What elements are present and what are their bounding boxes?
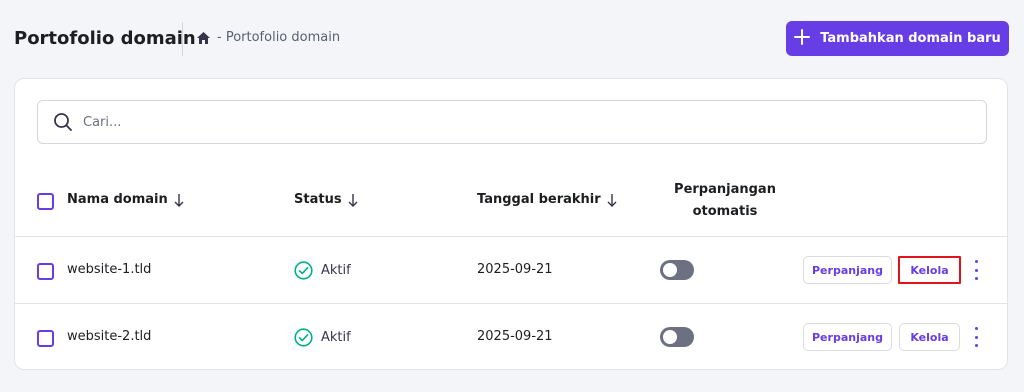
expiry-date: 2025-09-21	[477, 329, 553, 344]
column-header-status[interactable]: Status	[294, 192, 358, 207]
row-divider	[15, 236, 1007, 237]
search-input[interactable]	[81, 113, 945, 131]
auto-renew-toggle[interactable]	[660, 260, 694, 280]
toggle-knob	[663, 330, 677, 344]
plus-icon	[794, 28, 811, 49]
sort-arrow-icon	[348, 193, 358, 207]
check-circle-icon	[294, 261, 313, 280]
column-label-expiry: Tanggal berakhir	[477, 192, 601, 207]
more-vertical-icon[interactable]	[970, 260, 982, 280]
toggle-knob	[663, 263, 677, 277]
search-box	[37, 100, 987, 144]
column-header-domain[interactable]: Nama domain	[67, 192, 184, 207]
check-circle-icon	[294, 328, 313, 347]
domain-name[interactable]: website-2.tld	[67, 329, 151, 344]
column-header-auto-renew: Perpanjangan otomatis	[655, 179, 795, 223]
home-icon[interactable]	[196, 31, 211, 45]
domain-portfolio-card: Nama domain Status Tanggal berakhir Perp…	[14, 78, 1008, 370]
breadcrumb-current: - Portofolio domain	[217, 30, 341, 45]
status-badge: Aktif	[294, 328, 351, 347]
page-title: Portofolio domain	[14, 28, 196, 49]
search-icon	[53, 112, 73, 132]
auto-renew-toggle[interactable]	[660, 327, 694, 347]
manage-button[interactable]: Kelola	[898, 256, 961, 284]
page-header: Portofolio domain - Portofolio domain Ta…	[0, 0, 1024, 78]
column-header-expiry[interactable]: Tanggal berakhir	[477, 192, 617, 207]
status-text: Aktif	[321, 263, 351, 278]
breadcrumb: - Portofolio domain	[196, 30, 340, 45]
column-label-status: Status	[294, 192, 342, 207]
renew-button[interactable]: Perpanjang	[803, 323, 892, 351]
more-vertical-icon[interactable]	[970, 327, 982, 347]
column-label-auto-renew-line1: Perpanjangan	[674, 182, 776, 197]
select-all-checkbox[interactable]	[37, 193, 54, 210]
status-text: Aktif	[321, 330, 351, 345]
sort-arrow-icon	[607, 193, 617, 207]
column-label-auto-renew-line2: otomatis	[692, 204, 758, 219]
renew-button[interactable]: Perpanjang	[803, 256, 892, 284]
domain-name[interactable]: website-1.tld	[67, 262, 151, 277]
column-label-domain: Nama domain	[67, 192, 168, 207]
header-divider	[182, 22, 183, 56]
add-domain-button[interactable]: Tambahkan domain baru	[786, 21, 1009, 56]
manage-button[interactable]: Kelola	[899, 323, 960, 351]
row-checkbox[interactable]	[37, 263, 54, 280]
sort-arrow-icon	[174, 193, 184, 207]
expiry-date: 2025-09-21	[477, 262, 553, 277]
add-domain-label: Tambahkan domain baru	[820, 31, 1001, 46]
row-divider	[15, 303, 1007, 304]
row-checkbox[interactable]	[37, 330, 54, 347]
status-badge: Aktif	[294, 261, 351, 280]
